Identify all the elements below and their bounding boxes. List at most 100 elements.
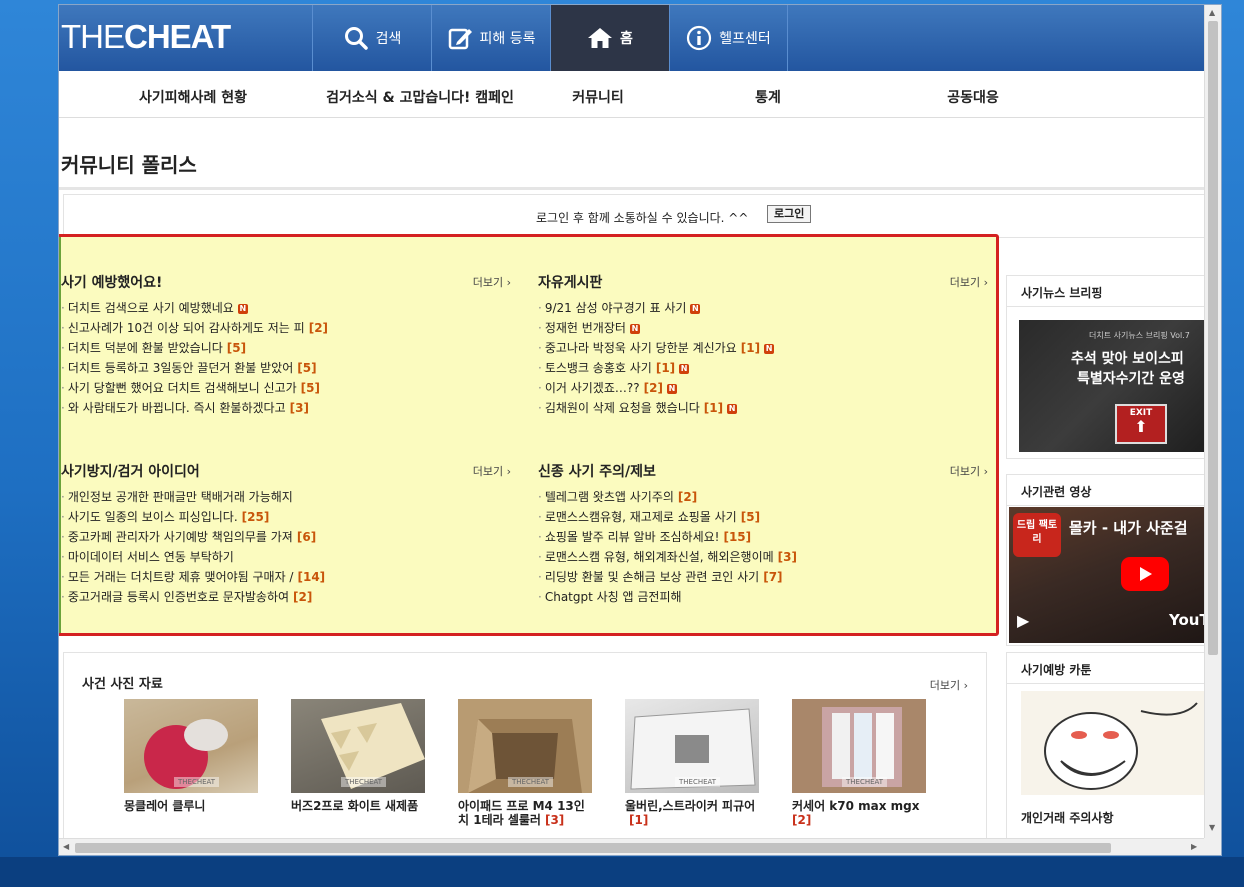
post-item[interactable]: · 사기도 일종의 보이스 피싱입니다. [25] (61, 507, 511, 527)
post-title: 김채원이 삭제 요청을 했습니다 (544, 401, 700, 415)
vertical-scrollbar[interactable]: ▲ ▼ (1204, 5, 1221, 839)
post-item[interactable]: · 모든 거래는 더치트랑 제휴 맺어야됨 구매자 / [14] (61, 567, 511, 587)
scroll-left-arrow-icon[interactable]: ◀ (63, 842, 69, 852)
vertical-scroll-thumb[interactable] (1208, 21, 1218, 655)
comment-count: [3] (544, 813, 565, 827)
post-item[interactable]: · 9/21 삼성 야구경기 표 사기 N (538, 298, 988, 318)
more-link[interactable]: 더보기 › (473, 463, 511, 479)
comment-count: [15] (723, 530, 752, 544)
post-item[interactable]: · 이거 사기겠죠…?? [2] N (538, 378, 988, 398)
post-item[interactable]: · 정재헌 번개장터 N (538, 318, 988, 338)
post-item[interactable]: · 마이데이터 서비스 연동 부탁하기 (61, 547, 511, 567)
menu-item-joint-response[interactable]: 공동대응 (947, 87, 999, 107)
post-item[interactable]: · 로맨스스캠유형, 재고제로 쇼핑몰 사기 [5] (538, 507, 988, 527)
sidebar-video: 사기관련 영상 드립 팩토리 몰카 - 내가 사준걸 ▶ YouTu (1006, 474, 1205, 646)
video-channel-badge: 드립 팩토리 (1013, 513, 1061, 557)
post-item[interactable]: · 중고카페 관리자가 사기예방 책임의무를 가져 [6] (61, 527, 511, 547)
more-link[interactable]: 더보기 › (473, 274, 511, 290)
bullet-dot: · (61, 530, 65, 544)
post-item[interactable]: · 중고거래글 등록시 인증번호로 문자발송하여 [2] (61, 587, 511, 607)
photo-item[interactable]: THECHEAT 울버린,스트라이커 피규어[1] (625, 699, 759, 827)
post-item[interactable]: · 와 사람태도가 바뀝니다. 즉시 환불하겠다고 [3] (61, 398, 511, 418)
menu-item-community[interactable]: 커뮤니티 (572, 87, 624, 107)
video-thumbnail[interactable]: 드립 팩토리 몰카 - 내가 사준걸 ▶ YouTu (1009, 507, 1205, 643)
bullet-dot: · (538, 381, 542, 395)
login-notice-bar: 로그인 후 함께 소통하실 수 있습니다. ^^ 로그인 (63, 194, 1205, 238)
more-label: 더보기 (472, 465, 504, 478)
browser-window: THECHEAT 검색 피해 등록 홈 헬프센터 사기피해사례 현황 검거소식 … (58, 4, 1222, 856)
post-item[interactable]: · 신고사례가 10건 이상 되어 감사하게도 저는 피 [2] (61, 318, 511, 338)
bullet-dot: · (61, 510, 65, 524)
photo-section-title: 사건 사진 자료 (82, 677, 163, 692)
board-title[interactable]: 자유게시판 (538, 272, 602, 292)
scroll-right-arrow-icon[interactable]: ▶ (1191, 842, 1197, 852)
post-title: 9/21 삼성 야구경기 표 사기 (544, 301, 687, 315)
cartoon-illustration (1044, 702, 1198, 790)
watermark: THECHEAT (508, 777, 554, 787)
comment-count: [1] (629, 813, 649, 827)
post-item[interactable]: · 텔레그램 왓츠앱 사기주의 [2] (538, 487, 988, 507)
youtube-play-button[interactable] (1121, 557, 1169, 591)
title-divider (59, 187, 1205, 190)
news-banner[interactable]: 더치트 사기뉴스 브리핑 Vol.7 추석 맞아 보이스피 특별자수기간 운영 … (1019, 320, 1205, 452)
post-list: · 개인정보 공개한 판매글만 택배거래 가능해지 · 사기도 일종의 보이스 피싱입… (61, 487, 511, 607)
photo-item[interactable]: THECHEAT 몽클레어 클루니 (124, 699, 258, 813)
post-item[interactable]: · 리딩방 환불 및 손해금 보상 관련 코인 사기 [7] (538, 567, 988, 587)
new-badge-icon: N (727, 403, 738, 414)
more-link[interactable]: 더보기 › (950, 274, 988, 290)
post-item[interactable]: · 더치트 등록하고 3일동안 끌던거 환불 받았어 [5] (61, 358, 511, 378)
post-item[interactable]: · Chatgpt 사칭 앱 금전피해 (538, 587, 988, 607)
post-item[interactable]: · 쇼핑몰 발주 리뷰 알바 조심하세요! [15] (538, 527, 988, 547)
menu-item-arrest-news[interactable]: 검거소식 & 고맙습니다! 캠페인 (326, 87, 514, 107)
video-title-text: 몰카 - 내가 사준걸 (1069, 519, 1188, 537)
comment-count: [25] (241, 510, 270, 524)
bullet-dot: · (61, 490, 65, 504)
nav-help-button[interactable]: 헬프센터 (669, 5, 788, 71)
board-title[interactable]: 사기방지/검거 아이디어 (61, 461, 200, 481)
photo-item[interactable]: THECHEAT 아이패드 프로 M4 13인치 1테라 셀룰러 [3] (458, 699, 592, 827)
post-item[interactable]: · 더치트 검색으로 사기 예방했네요 N (61, 298, 511, 318)
nav-search-button[interactable]: 검색 (312, 5, 431, 71)
cartoon-thumbnail[interactable] (1021, 691, 1205, 795)
post-item[interactable]: · 더치트 덕분에 환불 받았습니다 [5] (61, 338, 511, 358)
board-title[interactable]: 신종 사기 주의/제보 (538, 461, 656, 481)
small-play-icon[interactable]: ▶ (1017, 611, 1029, 630)
comment-count: [2] (677, 490, 698, 504)
news-banner-line1: 추석 맞아 보이스피 (1071, 351, 1184, 367)
post-item[interactable]: · 중고나라 박정욱 사기 당한분 계신가요 [1] N (538, 338, 988, 358)
scroll-up-arrow-icon[interactable]: ▲ (1209, 8, 1215, 18)
menu-item-statistics[interactable]: 통계 (755, 87, 781, 107)
post-title: 신고사례가 10건 이상 되어 감사하게도 저는 피 (67, 321, 305, 335)
photo-caption-text: 아이패드 프로 M4 13인치 1테라 셀룰러 (458, 799, 585, 827)
login-button[interactable]: 로그인 (767, 205, 812, 223)
sidebar-video-title: 사기관련 영상 (1021, 485, 1092, 499)
taskbar (0, 857, 1244, 887)
horizontal-scroll-thumb[interactable] (75, 843, 1111, 853)
post-item[interactable]: · 개인정보 공개한 판매글만 택배거래 가능해지 (61, 487, 511, 507)
photo-item[interactable]: THECHEAT 버즈2프로 화이트 새제품 (291, 699, 425, 813)
post-title: 더치트 덕분에 환불 받았습니다 (67, 341, 223, 355)
menu-item-fraud-cases[interactable]: 사기피해사례 현황 (139, 87, 247, 107)
more-link[interactable]: 더보기 › (930, 677, 968, 693)
site-logo[interactable]: THECHEAT (61, 18, 231, 56)
post-title: 더치트 검색으로 사기 예방했네요 (67, 301, 234, 315)
post-item[interactable]: · 토스뱅크 송홍호 사기 [1] N (538, 358, 988, 378)
scroll-down-arrow-icon[interactable]: ▼ (1209, 823, 1215, 833)
logo-text-the: THE (61, 18, 125, 55)
photo-caption: 커세어 k70 max mgx [2] (792, 799, 926, 827)
horizontal-scrollbar[interactable]: ◀ ▶ (59, 838, 1205, 855)
play-icon (1140, 567, 1152, 581)
post-title: 리딩방 환불 및 손해금 보상 관련 코인 사기 (544, 570, 760, 584)
sidebar-news-title: 사기뉴스 브리핑 (1021, 286, 1103, 300)
board-title[interactable]: 사기 예방했어요! (61, 272, 162, 292)
post-item[interactable]: · 사기 당할뻔 했어요 더치트 검색해보니 신고가 [5] (61, 378, 511, 398)
nav-report-button[interactable]: 피해 등록 (431, 5, 550, 71)
post-title: 쇼핑몰 발주 리뷰 알바 조심하세요! (544, 530, 720, 544)
bullet-dot: · (538, 321, 542, 335)
more-link[interactable]: 더보기 › (950, 463, 988, 479)
post-item[interactable]: · 로맨스스캠 유형, 해외계좌신설, 해외은행이메 [3] (538, 547, 988, 567)
comment-count: [5] (740, 510, 761, 524)
photo-item[interactable]: THECHEAT 커세어 k70 max mgx [2] (792, 699, 926, 827)
post-item[interactable]: · 김채원이 삭제 요청을 했습니다 [1] N (538, 398, 988, 418)
nav-home-button[interactable]: 홈 (550, 5, 669, 71)
